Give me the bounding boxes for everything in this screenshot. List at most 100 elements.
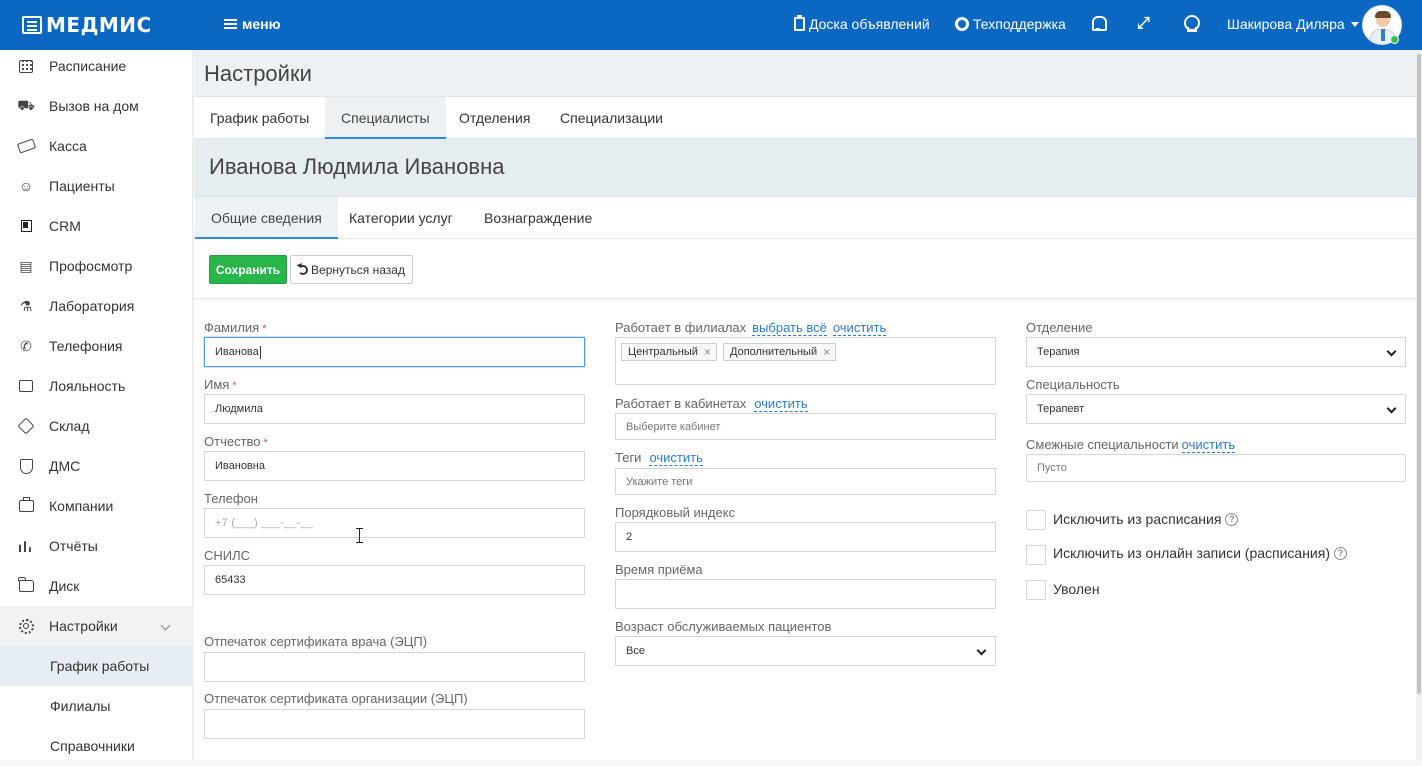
chevron-down-icon (160, 620, 171, 631)
branches-multiselect[interactable]: Центральный × Дополнительный × (615, 337, 996, 385)
sidebar-item-label: Отчёты (49, 538, 98, 554)
bell-icon[interactable] (1091, 15, 1107, 31)
specialist-tabs: Общие сведения Категории услуг Вознаграж… (194, 197, 1416, 239)
briefcase-icon (17, 497, 35, 514)
sidebar-item-settings[interactable]: Настройки (0, 606, 193, 646)
top-navbar: МЕДМИС меню Доска объявлений Техподдержк… (0, 0, 1422, 50)
patronymic-input[interactable]: Ивановна (204, 451, 585, 481)
patients-icon: ☺ (18, 178, 34, 194)
exclude-schedule-checkbox[interactable] (1026, 510, 1046, 530)
fired-checkbox[interactable] (1026, 580, 1046, 600)
select-all-branches-link[interactable]: выбрать всё (752, 320, 827, 336)
microscope-icon: ⚗ (19, 297, 33, 314)
sidebar-item-telephony[interactable]: ✆ Телефония (0, 326, 193, 366)
sidebar-item-label: Лояльность (49, 378, 126, 394)
department-select[interactable]: Терапия (1026, 337, 1406, 367)
help-icon[interactable]: ? (1225, 512, 1239, 526)
clear-related-specialties-link[interactable]: очистить (1181, 437, 1236, 453)
app-logo[interactable]: МЕДМИС (22, 13, 152, 37)
phone-icon: ✆ (20, 337, 32, 354)
sidebar-item-label: Склад (49, 418, 90, 434)
sidebar-item-patients[interactable]: ☺ Пациенты (0, 166, 193, 206)
chevron-down-icon (1350, 21, 1359, 27)
sidebar-item-disk[interactable]: Диск (0, 566, 193, 606)
snils-input[interactable]: 65433 (204, 565, 585, 595)
sidebar-item-loyalty[interactable]: Лояльность (0, 366, 193, 406)
sidebar-item-reports[interactable]: Отчёты (0, 526, 193, 566)
shield-icon (17, 458, 35, 474)
sidebar-item-label: Телефония (49, 338, 123, 354)
phone-label: Телефон (204, 491, 258, 506)
exclude-online-checkbox[interactable] (1026, 545, 1046, 565)
fullscreen-icon[interactable]: ⤢ (1137, 16, 1150, 32)
remove-chip-icon[interactable]: × (704, 344, 711, 360)
sidebar-item-label: Профосмотр (49, 258, 133, 274)
sidebar-item-checkup[interactable]: ▤ Профосмотр (0, 246, 193, 286)
remove-chip-icon[interactable]: × (823, 344, 830, 360)
tags-input[interactable]: Укажите теги (615, 468, 996, 495)
sidebar-subitem-work-schedule[interactable]: График работы (0, 646, 193, 686)
sidebar-subitem-directories[interactable]: Справочники (0, 726, 193, 766)
save-button[interactable]: Сохранить (209, 255, 287, 284)
clear-branches-link[interactable]: очистить (832, 320, 887, 336)
menu-toggle-button[interactable]: меню (224, 16, 281, 32)
tab-work-schedule[interactable]: График работы (194, 97, 325, 139)
tab-departments[interactable]: Отделения (443, 97, 546, 139)
specialty-select[interactable]: Терапевт (1026, 394, 1406, 424)
related-specialties-input[interactable]: Пусто (1026, 454, 1406, 482)
tab-general-info[interactable]: Общие сведения (195, 197, 338, 239)
help-icon[interactable]: ? (1334, 546, 1347, 560)
sidebar-item-home-visit[interactable]: ⛟ Вызов на дом (0, 86, 193, 126)
clear-tags-link[interactable]: очистить (649, 450, 703, 466)
support-link[interactable]: Техподдержка (955, 16, 1066, 32)
sidebar-item-laboratory[interactable]: ⚗ Лаборатория (0, 286, 193, 326)
tab-specializations[interactable]: Специализации (544, 97, 679, 139)
sidebar-subitem-label: Справочники (50, 738, 135, 754)
name-input[interactable]: Людмила (204, 394, 585, 424)
org-cert-label: Отпечаток сертификата организации (ЭЦП) (204, 691, 468, 706)
chart-icon (17, 538, 35, 554)
sidebar-item-schedule[interactable]: Расписание (0, 46, 193, 86)
reception-time-input[interactable] (615, 579, 996, 609)
user-menu[interactable]: Шакирова Диляра (1227, 16, 1359, 32)
order-index-input[interactable]: 2 (615, 522, 996, 552)
surname-input[interactable]: Иванова (204, 337, 585, 367)
patient-age-select[interactable]: Все (615, 636, 996, 666)
back-button[interactable]: Вернуться назад (290, 255, 413, 284)
sidebar-item-cash[interactable]: Касса (0, 126, 193, 166)
fired-label: Уволен (1053, 581, 1100, 597)
surname-label: Фамилия * (204, 320, 267, 335)
ambulance-icon: ⛟ (17, 96, 35, 113)
tab-service-categories[interactable]: Категории услуг (333, 197, 469, 239)
sidebar-subitem-branches[interactable]: Филиалы (0, 686, 193, 726)
exclude-schedule-label: Исключить из расписания? (1053, 511, 1239, 527)
scrollbar-thumb[interactable] (1417, 54, 1421, 694)
sidebar-item-companies[interactable]: Компании (0, 486, 193, 526)
online-status-indicator (1390, 35, 1399, 44)
tab-specialists[interactable]: Специалисты (325, 97, 446, 139)
page-header: Настройки (194, 50, 1416, 97)
box-icon (17, 417, 35, 435)
announcement-board-link[interactable]: Доска объявлений (794, 15, 930, 32)
clear-cabinets-link[interactable]: очистить (754, 396, 808, 412)
sidebar-item-crm[interactable]: CRM (0, 206, 193, 246)
settings-tabs: График работы Специалисты Отделения Спец… (194, 97, 1416, 139)
main-content: Настройки График работы Специалисты Отде… (194, 50, 1416, 760)
sidebar-item-label: Настройки (49, 618, 118, 634)
sidebar-item-warehouse[interactable]: Склад (0, 406, 193, 446)
org-cert-input[interactable] (204, 709, 585, 739)
order-index-label: Порядковый индекс (615, 505, 736, 520)
sidebar-item-label: ДМС (49, 458, 81, 474)
tab-remuneration[interactable]: Вознаграждение (468, 197, 608, 239)
snils-label: СНИЛС (204, 548, 251, 563)
sidebar-item-dms[interactable]: ДМС (0, 446, 193, 486)
cabinets-input[interactable]: Выберите кабинет (615, 413, 996, 440)
page-scrollbar[interactable] (1416, 50, 1422, 760)
doctor-cert-input[interactable] (204, 652, 585, 682)
calendar-icon (17, 58, 35, 74)
specialist-form: Фамилия * Иванова Имя * Людмила Отчество * … (194, 300, 1416, 760)
sidebar-item-label: Компании (49, 498, 114, 514)
phone-input[interactable]: +7 (___) ___-__-__ (204, 508, 585, 538)
lightbulb-icon[interactable] (1184, 15, 1200, 32)
specialist-header: Иванова Людмила Ивановна (194, 139, 1416, 197)
